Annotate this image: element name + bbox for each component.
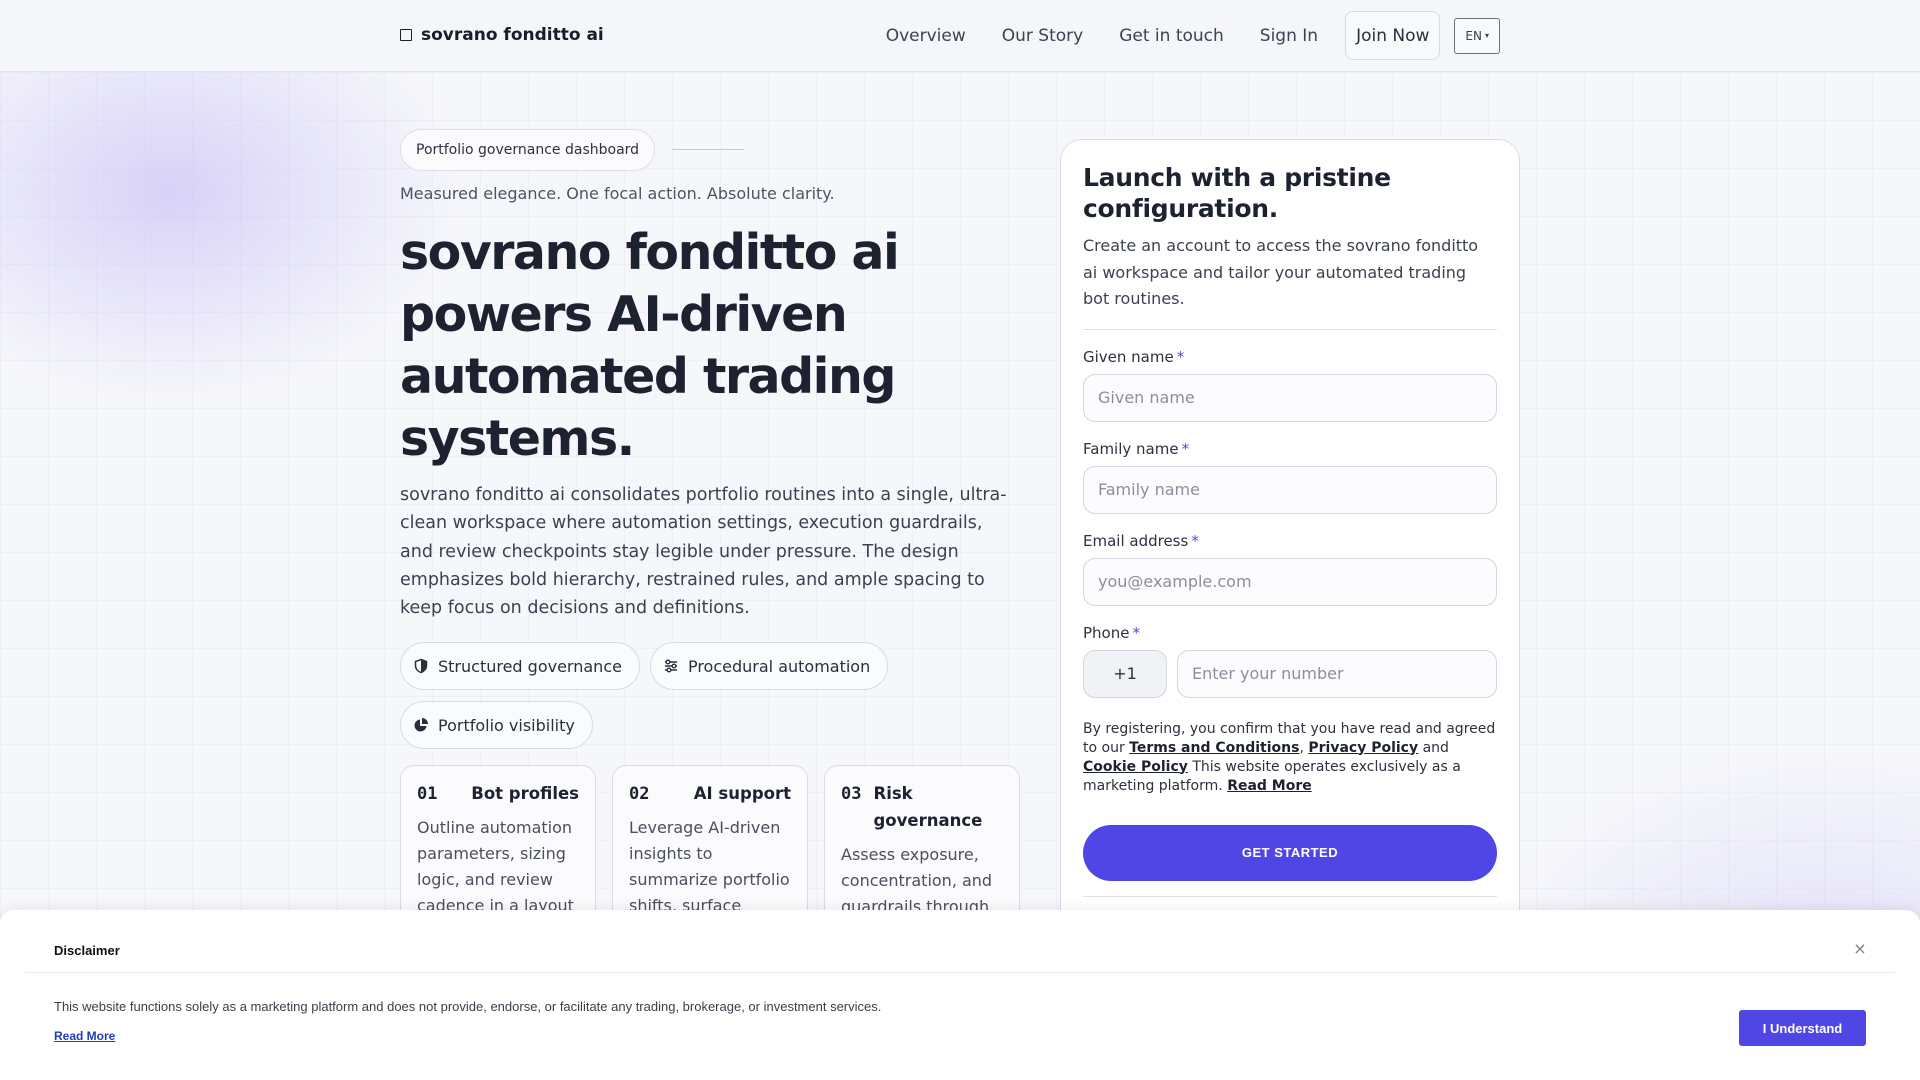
chip-label: Portfolio visibility bbox=[438, 715, 575, 735]
shield-icon bbox=[414, 658, 428, 674]
brand-name: sovrano fonditto ai bbox=[421, 25, 604, 45]
terms-link[interactable]: Terms and Conditions bbox=[1129, 740, 1299, 756]
family-name-label-text: Family name bbox=[1083, 439, 1179, 458]
cookie-link[interactable]: Cookie Policy bbox=[1083, 759, 1188, 775]
signup-form-panel: Launch with a pristine configuration. Cr… bbox=[1060, 139, 1520, 939]
card-title: Bot profiles bbox=[471, 784, 579, 803]
family-name-label: Family name * bbox=[1083, 440, 1497, 458]
hero-description: sovrano fonditto ai consolidates portfol… bbox=[400, 485, 1007, 619]
nav-link-get-in-touch[interactable]: Get in touch bbox=[1119, 12, 1224, 60]
nav-link-sign-in[interactable]: Sign In bbox=[1260, 12, 1318, 60]
read-more-link[interactable]: Read More bbox=[1227, 778, 1312, 794]
phone-input[interactable] bbox=[1177, 649, 1497, 698]
chip-portfolio-visibility: Portfolio visibility bbox=[400, 701, 593, 749]
country-code-select[interactable]: +1 bbox=[1083, 649, 1167, 698]
phone-label: Phone * bbox=[1083, 624, 1497, 642]
chip-label: Structured governance bbox=[438, 656, 622, 676]
disclaimer-text: This website functions solely as a marke… bbox=[54, 999, 882, 1014]
privacy-link[interactable]: Privacy Policy bbox=[1308, 740, 1418, 756]
feature-chips: Structured governance Procedural automat… bbox=[400, 642, 1020, 749]
required-mark: * bbox=[1191, 531, 1199, 550]
disclaimer-divider bbox=[25, 972, 1895, 973]
nav-link-our-story[interactable]: Our Story bbox=[1002, 12, 1083, 60]
family-name-input[interactable] bbox=[1083, 465, 1497, 514]
required-mark: * bbox=[1176, 347, 1185, 366]
chip-label: Procedural automation bbox=[687, 656, 871, 676]
brand-logo[interactable]: sovrano fonditto ai bbox=[400, 25, 604, 45]
main-nav: Overview Our Story Get in touch Sign In … bbox=[850, 11, 1500, 60]
form-title: Launch with a pristine configuration. bbox=[1083, 163, 1391, 223]
card-title: AI support bbox=[693, 784, 791, 803]
form-divider bbox=[1083, 328, 1497, 330]
sliders-icon bbox=[664, 659, 677, 673]
required-mark: * bbox=[1132, 623, 1140, 642]
close-icon[interactable]: × bbox=[1852, 939, 1868, 958]
email-input[interactable] bbox=[1083, 557, 1497, 606]
join-now-button[interactable]: Join Now bbox=[1345, 11, 1441, 60]
nav-link-overview[interactable]: Overview bbox=[886, 12, 966, 60]
required-mark: * bbox=[1181, 439, 1190, 458]
phone-row: +1 bbox=[1083, 649, 1497, 698]
hero-pill-tag: Portfolio governance dashboard bbox=[400, 129, 656, 171]
language-select[interactable]: EN ▾ bbox=[1454, 17, 1500, 54]
disclaimer-title: Disclaimer bbox=[54, 943, 120, 958]
consent-and: and bbox=[1422, 739, 1449, 756]
card-number: 01 bbox=[417, 784, 438, 804]
hero-title: sovrano fonditto ai powers AI-driven aut… bbox=[400, 224, 900, 467]
given-name-label: Given name * bbox=[1083, 348, 1497, 366]
phone-label-text: Phone bbox=[1083, 623, 1130, 642]
given-name-label-text: Given name bbox=[1083, 347, 1174, 366]
email-label: Email address * bbox=[1083, 532, 1497, 550]
disclaimer-banner: Disclaimer × This website functions sole… bbox=[0, 910, 1920, 1080]
i-understand-button[interactable]: I Understand bbox=[1739, 1010, 1866, 1046]
get-started-button[interactable]: GET STARTED bbox=[1083, 824, 1497, 881]
form-description: Create an account to access the sovrano … bbox=[1083, 236, 1479, 308]
top-header: sovrano fonditto ai Overview Our Story G… bbox=[0, 0, 1920, 72]
consent-text: By registering, you confirm that you hav… bbox=[1083, 720, 1496, 794]
card-number: 03 bbox=[841, 784, 862, 804]
form-bottom-divider bbox=[1083, 895, 1497, 897]
card-number: 02 bbox=[629, 784, 650, 804]
card-title: Risk governance bbox=[873, 784, 983, 830]
hero-tagline: Measured elegance. One focal action. Abs… bbox=[400, 184, 835, 203]
chip-procedural-automation: Procedural automation bbox=[649, 642, 889, 690]
language-label: EN bbox=[1465, 28, 1482, 43]
caret-down-icon: ▾ bbox=[1484, 31, 1489, 40]
given-name-input[interactable] bbox=[1083, 373, 1497, 422]
pill-divider bbox=[672, 149, 744, 150]
disclaimer-read-more-link[interactable]: Read More bbox=[54, 1029, 115, 1043]
chip-structured-governance: Structured governance bbox=[400, 642, 640, 690]
square-logo-icon bbox=[400, 29, 412, 41]
pie-chart-icon bbox=[414, 718, 428, 732]
email-label-text: Email address bbox=[1083, 531, 1189, 550]
